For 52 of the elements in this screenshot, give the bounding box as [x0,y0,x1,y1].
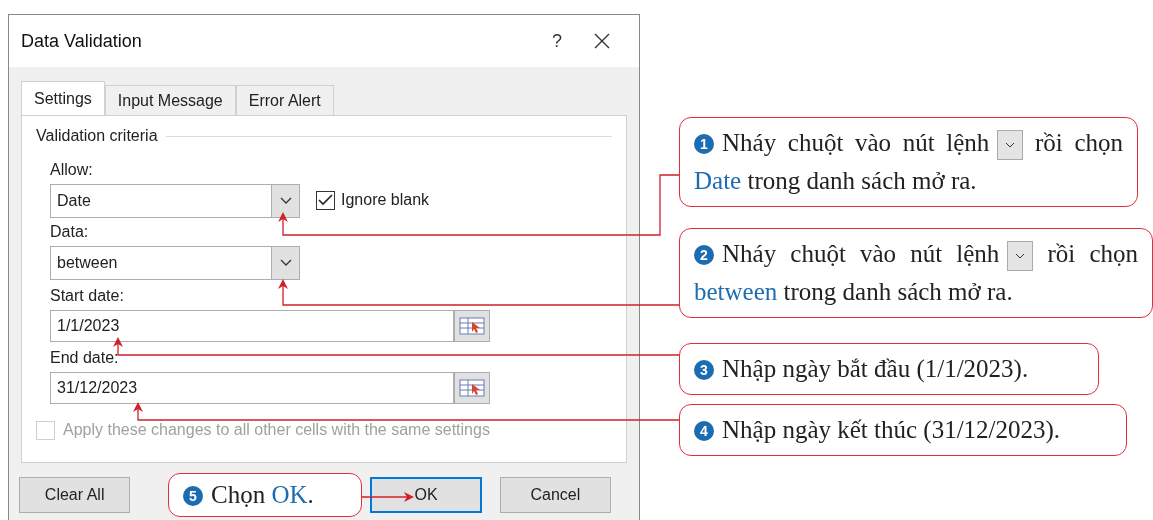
dropdown-button[interactable] [271,185,299,217]
step-number: 4 [694,421,714,441]
callout-text: trong danh sách mở ra. [783,278,1013,305]
field-label: Start date: [50,286,124,306]
callout-text: rồi chọn [1047,240,1138,267]
step-number: 5 [183,486,203,506]
dropdown-button-icon [997,130,1024,161]
step-number: 3 [694,360,714,380]
tab[interactable]: Input Message [104,85,236,115]
input-field[interactable]: 31/12/2023 [50,372,454,404]
callout-text: trong danh sách mở ra. [747,167,977,194]
highlighted-word: OK [271,481,308,508]
field-label: Data: [50,222,89,242]
callout-text: . [307,481,314,508]
highlighted-word: between [694,278,778,305]
callout-text: Nháy chuột vào nút lệnh [722,129,990,156]
tab[interactable]: Settings [21,81,105,115]
field-label: End date: [50,348,119,368]
step-number: 2 [694,245,714,265]
window-title: Data Validation [21,29,143,53]
callout-text: rồi chọn [1035,129,1123,156]
chevron-down-icon [279,259,292,267]
checkbox[interactable] [316,190,335,210]
dropdown-value: between [56,253,119,273]
dropdown[interactable]: between [50,246,300,280]
callout-text: Nhập ngày bắt đầu (1/1/2023). [722,355,1029,382]
callout-text: Nháy chuột vào nút lệnh [722,240,1000,267]
checkbox-label: Ignore blank [341,190,430,210]
tab[interactable]: Error Alert [235,85,334,115]
step-number: 1 [694,134,714,154]
field-label: Allow: [50,160,93,180]
close-icon [594,33,610,49]
dropdown-value: Date [56,191,92,211]
dropdown[interactable]: Date [50,184,300,218]
callout-text: Nhập ngày kết thúc (31/12/2023). [722,416,1061,443]
dialog-button[interactable]: Clear All [19,477,131,513]
range-picker-button[interactable] [454,372,490,404]
input-field[interactable]: 1/1/2023 [50,310,454,342]
chevron-down-icon [279,197,292,205]
callout-text: Chọn [211,481,266,508]
checkbox-label: Apply these changes to all other cells with the same settings [63,420,490,440]
group-title: Validation criteria [36,126,158,146]
dialog-button[interactable]: Cancel [499,477,611,513]
dropdown-button[interactable] [271,247,299,279]
highlighted-word: Date [694,167,742,194]
range-picker-icon [459,316,485,336]
range-picker-icon [459,378,485,398]
leader-arrow [361,492,414,502]
dropdown-button-icon [1007,241,1034,272]
range-picker-button[interactable] [454,310,490,342]
help-button[interactable]: ? [537,27,577,55]
dialog-button[interactable]: OK [370,477,482,513]
